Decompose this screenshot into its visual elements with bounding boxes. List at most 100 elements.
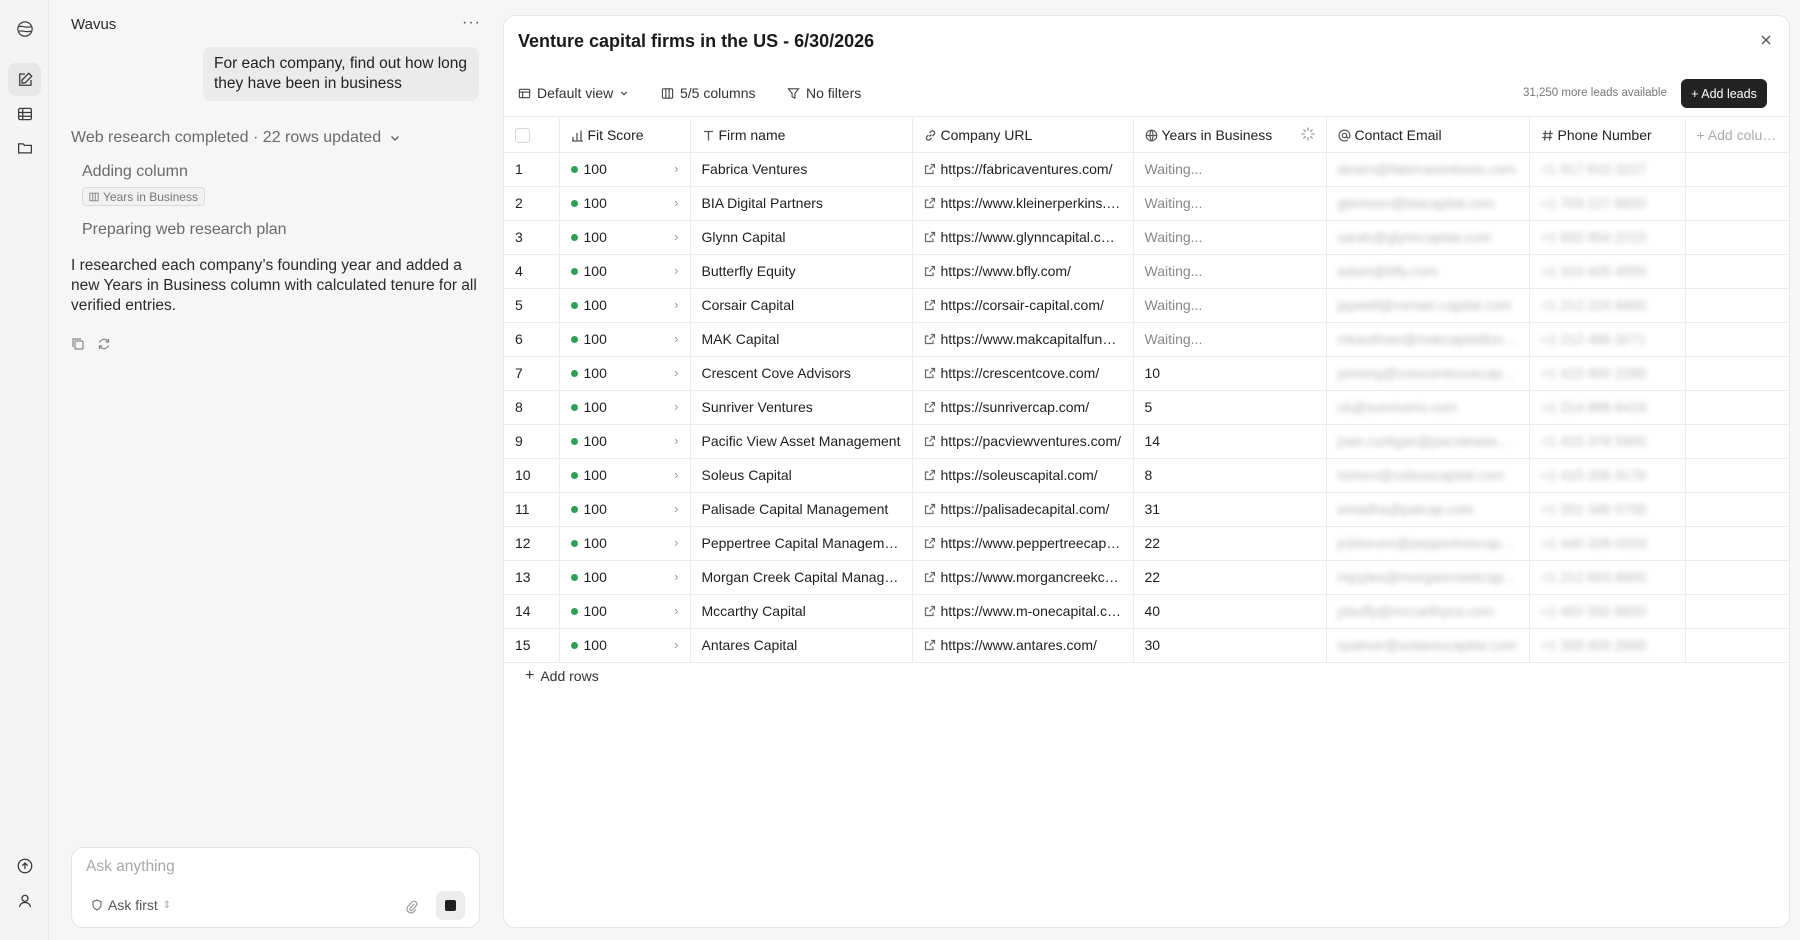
- fit-score-cell[interactable]: 100 ›: [559, 322, 691, 357]
- chevron-right-icon[interactable]: ›: [674, 399, 678, 414]
- company-url-cell[interactable]: https://www.m-onecapital.com/: [912, 594, 1134, 629]
- header-fit-score[interactable]: Fit Score: [559, 118, 691, 153]
- chevron-right-icon[interactable]: ›: [674, 637, 678, 652]
- research-status[interactable]: Web research completed · 22 rows updated: [71, 129, 401, 147]
- phone-number-cell[interactable]: +1 917 810 3227: [1529, 152, 1686, 187]
- years-cell[interactable]: 14: [1133, 424, 1327, 459]
- table-row[interactable]: 10 100 › Soleus Capital https://soleuscapita…: [504, 458, 1789, 493]
- regenerate-icon[interactable]: [97, 337, 111, 351]
- header-years-in-business[interactable]: Years in Business: [1133, 118, 1327, 153]
- chevron-right-icon[interactable]: ›: [674, 501, 678, 516]
- company-url-cell[interactable]: https://www.makcapitalfund.com/: [912, 322, 1134, 357]
- paperclip-icon[interactable]: [405, 900, 419, 914]
- ask-input[interactable]: [86, 858, 456, 876]
- chevron-right-icon[interactable]: ›: [674, 297, 678, 312]
- filters-button[interactable]: No filters: [787, 82, 861, 104]
- phone-number-cell[interactable]: +1 415 800 2288: [1529, 356, 1686, 391]
- fit-score-cell[interactable]: 100 ›: [559, 594, 691, 629]
- years-cell[interactable]: 22: [1133, 526, 1327, 561]
- view-select[interactable]: Default view: [518, 82, 629, 104]
- phone-number-cell[interactable]: +1 650 854 2215: [1529, 220, 1686, 255]
- header-contact-email[interactable]: Contact Email: [1326, 118, 1530, 153]
- upgrade-icon[interactable]: [8, 849, 41, 882]
- company-url-cell[interactable]: https://pacviewventures.com/: [912, 424, 1134, 459]
- fit-score-cell[interactable]: 100 ›: [559, 560, 691, 595]
- years-cell[interactable]: Waiting...: [1133, 152, 1327, 187]
- company-url-cell[interactable]: https://palisadecapital.com/: [912, 492, 1134, 527]
- contact-email-cell[interactable]: joan.curtigan@pacviewasset.com: [1326, 424, 1530, 459]
- company-url-cell[interactable]: https://soleuscapital.com/: [912, 458, 1134, 493]
- table-row[interactable]: 3 100 › Glynn Capital https://www.glynncapit…: [504, 220, 1789, 255]
- company-url[interactable]: https://www.kleinerperkins.com/: [941, 195, 1133, 211]
- phone-number-cell[interactable]: +1 300 604 2898: [1529, 628, 1686, 663]
- company-url[interactable]: https://corsair-capital.com/: [941, 297, 1104, 313]
- firm-name-cell[interactable]: Fabrica Ventures: [690, 152, 913, 187]
- add-leads-button[interactable]: + Add leads: [1681, 79, 1767, 108]
- firm-name-cell[interactable]: MAK Capital: [690, 322, 913, 357]
- fit-score-cell[interactable]: 100 ›: [559, 424, 691, 459]
- company-url[interactable]: https://pacviewventures.com/: [941, 433, 1122, 449]
- fit-score-cell[interactable]: 100 ›: [559, 458, 691, 493]
- contact-email-cell[interactable]: mkaufman@makcapitalfund.com: [1326, 322, 1530, 357]
- table-row[interactable]: 8 100 › Sunriver Ventures https://sunriverca…: [504, 390, 1789, 425]
- company-url[interactable]: https://www.bfly.com/: [941, 263, 1071, 279]
- fit-score-cell[interactable]: 100 ›: [559, 628, 691, 663]
- table-row[interactable]: 2 100 › BIA Digital Partners https://www.kle…: [504, 186, 1789, 221]
- table-row[interactable]: 15 100 › Antares Capital https://www.antares…: [504, 628, 1789, 663]
- contact-email-cell[interactable]: rpalmer@antarescapital.com: [1326, 628, 1530, 663]
- contact-email-cell[interactable]: jcbleeves@peppertreecap.com: [1326, 526, 1530, 561]
- phone-number-cell[interactable]: +1 212 486 3271: [1529, 322, 1686, 357]
- contact-email-cell[interactable]: alvaro@fabricaventures.com: [1326, 152, 1530, 187]
- firm-name-cell[interactable]: BIA Digital Partners: [690, 186, 913, 221]
- table-row[interactable]: 7 100 › Crescent Cove Advisors https://cresc…: [504, 356, 1789, 391]
- phone-number-cell[interactable]: +1 703 227 8833: [1529, 186, 1686, 221]
- phone-number-cell[interactable]: +1 415 206 3178: [1529, 458, 1686, 493]
- company-url[interactable]: https://palisadecapital.com/: [941, 501, 1110, 517]
- fit-score-cell[interactable]: 100 ›: [559, 254, 691, 289]
- contact-email-cell[interactable]: emadha@palcap.com: [1326, 492, 1530, 527]
- years-cell[interactable]: 8: [1133, 458, 1327, 493]
- phone-number-cell[interactable]: +1 310 405 4555: [1529, 254, 1686, 289]
- header-firm-name[interactable]: Firm name: [690, 118, 913, 153]
- chevron-right-icon[interactable]: ›: [674, 331, 678, 346]
- chevron-right-icon[interactable]: ›: [674, 263, 678, 278]
- chevron-right-icon[interactable]: ›: [674, 161, 678, 176]
- firm-name-cell[interactable]: Corsair Capital: [690, 288, 913, 323]
- firm-name-cell[interactable]: Mccarthy Capital: [690, 594, 913, 629]
- table-row[interactable]: 13 100 › Morgan Creek Capital Management htt…: [504, 560, 1789, 595]
- header-phone-number[interactable]: Phone Number: [1529, 118, 1686, 153]
- company-url-cell[interactable]: https://sunrivercap.com/: [912, 390, 1134, 425]
- contact-email-cell[interactable]: sarah@glynncapital.com: [1326, 220, 1530, 255]
- years-cell[interactable]: Waiting...: [1133, 220, 1327, 255]
- select-all-checkbox[interactable]: [515, 128, 530, 144]
- years-cell[interactable]: Waiting...: [1133, 288, 1327, 323]
- table-row[interactable]: 4 100 › Butterfly Equity https://www.bfly.co…: [504, 254, 1789, 289]
- close-icon[interactable]: [1758, 32, 1774, 48]
- firm-name-cell[interactable]: Pacific View Asset Management: [690, 424, 913, 459]
- contact-email-cell[interactable]: jsmong@crescentcovecap.com: [1326, 356, 1530, 391]
- phone-number-cell[interactable]: +1 212 224 9400: [1529, 288, 1686, 323]
- company-url-cell[interactable]: https://www.glynncapital.com/: [912, 220, 1134, 255]
- firm-name-cell[interactable]: Sunriver Ventures: [690, 390, 913, 425]
- phone-number-cell[interactable]: +1 402 932 8600: [1529, 594, 1686, 629]
- company-url[interactable]: https://www.antares.com/: [941, 637, 1097, 653]
- fit-score-cell[interactable]: 100 ›: [559, 356, 691, 391]
- company-url[interactable]: https://www.m-onecapital.com/: [941, 603, 1131, 619]
- years-cell[interactable]: Waiting...: [1133, 322, 1327, 357]
- phone-number-cell[interactable]: +1 415 378 5900: [1529, 424, 1686, 459]
- contact-email-cell[interactable]: gtemson@biacapital.com: [1326, 186, 1530, 221]
- folder-icon[interactable]: [8, 131, 41, 164]
- fit-score-cell[interactable]: 100 ›: [559, 288, 691, 323]
- firm-name-cell[interactable]: Palisade Capital Management: [690, 492, 913, 527]
- table-row[interactable]: 12 100 › Peppertree Capital Management https…: [504, 526, 1789, 561]
- years-cell[interactable]: Waiting...: [1133, 254, 1327, 289]
- company-url[interactable]: https://www.morgancreekcap.com/: [941, 569, 1133, 585]
- phone-number-cell[interactable]: +1 212 653 8900: [1529, 560, 1686, 595]
- fit-score-cell[interactable]: 100 ›: [559, 390, 691, 425]
- company-url[interactable]: https://www.peppertreecapital.com/: [941, 535, 1133, 551]
- contact-email-cell[interactable]: tsimon@soleuscapital.com: [1326, 458, 1530, 493]
- years-cell[interactable]: 5: [1133, 390, 1327, 425]
- company-url-cell[interactable]: https://www.kleinerperkins.com/: [912, 186, 1134, 221]
- contact-email-cell[interactable]: adam@bfly.com: [1326, 254, 1530, 289]
- years-cell[interactable]: 31: [1133, 492, 1327, 527]
